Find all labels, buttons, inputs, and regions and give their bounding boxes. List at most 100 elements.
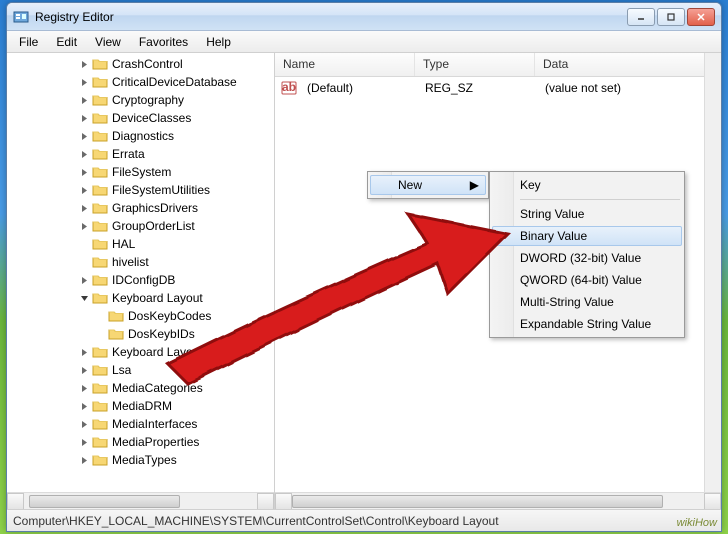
ctx-item[interactable]: DWORD (32-bit) Value: [492, 247, 682, 269]
tree-expander-icon[interactable]: [79, 419, 90, 430]
tree-item[interactable]: GraphicsDrivers: [7, 199, 274, 217]
menu-file[interactable]: File: [11, 33, 46, 51]
tree-label: GraphicsDrivers: [112, 201, 198, 215]
ctx-label: Expandable String Value: [520, 317, 651, 331]
ctx-item[interactable]: Expandable String Value: [492, 313, 682, 335]
close-button[interactable]: [687, 8, 715, 26]
tree-item[interactable]: MediaTypes: [7, 451, 274, 469]
tree-item[interactable]: DeviceClasses: [7, 109, 274, 127]
tree-expander-icon[interactable]: [79, 257, 90, 268]
menu-view[interactable]: View: [87, 33, 129, 51]
cell-name: (Default): [299, 81, 417, 95]
tree-expander-icon[interactable]: [79, 77, 90, 88]
tree-item[interactable]: FileSystem: [7, 163, 274, 181]
col-header-data[interactable]: Data: [535, 53, 721, 76]
context-submenu-new[interactable]: Key String Value Binary Value DWORD (32-bit…: [489, 171, 685, 338]
tree-item[interactable]: GroupOrderList: [7, 217, 274, 235]
tree-item[interactable]: Cryptography: [7, 91, 274, 109]
registry-tree[interactable]: CrashControl CriticalDeviceDatabase Crypto…: [7, 53, 274, 471]
ctx-label: String Value: [520, 207, 584, 221]
tree-item[interactable]: Lsa: [7, 361, 274, 379]
menu-edit[interactable]: Edit: [48, 33, 85, 51]
tree-item[interactable]: FileSystemUtilities: [7, 181, 274, 199]
submenu-arrow-icon: ▶: [470, 178, 479, 192]
tree-item[interactable]: CriticalDeviceDatabase: [7, 73, 274, 91]
ctx-label: Multi-String Value: [520, 295, 614, 309]
tree-expander-icon[interactable]: [79, 365, 90, 376]
col-header-type[interactable]: Type: [415, 53, 535, 76]
tree-item[interactable]: Keyboard Layouts: [7, 343, 274, 361]
tree-item[interactable]: CrashControl: [7, 55, 274, 73]
ctx-item-new[interactable]: New ▶: [370, 175, 486, 195]
tree-expander-icon[interactable]: [79, 131, 90, 142]
tree-label: IDConfigDB: [112, 273, 175, 287]
tree-label: Keyboard Layouts: [112, 345, 209, 359]
tree-label: MediaProperties: [112, 435, 199, 449]
tree-label: GroupOrderList: [112, 219, 195, 233]
tree-label: DeviceClasses: [112, 111, 191, 125]
tree-label: Lsa: [112, 363, 131, 377]
tree-expander-icon[interactable]: [79, 383, 90, 394]
tree-expander-icon[interactable]: [79, 221, 90, 232]
client-area: CrashControl CriticalDeviceDatabase Crypto…: [7, 53, 721, 531]
ctx-item[interactable]: Binary Value: [492, 226, 682, 246]
tree-item[interactable]: MediaCategories: [7, 379, 274, 397]
tree-hscrollbar[interactable]: [7, 492, 274, 509]
list-vscrollbar[interactable]: [704, 53, 721, 492]
tree-label: MediaInterfaces: [112, 417, 197, 431]
col-header-name[interactable]: Name: [275, 53, 415, 76]
tree-item[interactable]: DosKeybIDs: [7, 325, 274, 343]
ctx-item[interactable]: QWORD (64-bit) Value: [492, 269, 682, 291]
tree-expander-icon[interactable]: [95, 311, 106, 322]
context-menu-parent[interactable]: New ▶: [367, 171, 489, 199]
tree-item[interactable]: HAL: [7, 235, 274, 253]
tree-expander-icon[interactable]: [79, 113, 90, 124]
tree-label: HAL: [112, 237, 135, 251]
svg-text:ab: ab: [282, 80, 296, 94]
tree-expander-icon[interactable]: [95, 329, 106, 340]
tree-expander-icon[interactable]: [79, 167, 90, 178]
tree-expander-icon[interactable]: [79, 59, 90, 70]
tree-expander-icon[interactable]: [79, 437, 90, 448]
tree-label: CriticalDeviceDatabase: [112, 75, 237, 89]
list-row[interactable]: ab (Default) REG_SZ (value not set): [275, 79, 721, 97]
menubar: File Edit View Favorites Help: [7, 31, 721, 53]
ctx-item[interactable]: Key: [492, 174, 682, 196]
menu-favorites[interactable]: Favorites: [131, 33, 196, 51]
tree-label: FileSystem: [112, 165, 171, 179]
tree-expander-icon[interactable]: [79, 293, 90, 304]
window-title: Registry Editor: [35, 10, 627, 24]
menu-help[interactable]: Help: [198, 33, 239, 51]
tree-item[interactable]: Keyboard Layout: [7, 289, 274, 307]
tree-expander-icon[interactable]: [79, 95, 90, 106]
tree-item[interactable]: MediaProperties: [7, 433, 274, 451]
tree-expander-icon[interactable]: [79, 203, 90, 214]
ctx-label: DWORD (32-bit) Value: [520, 251, 641, 265]
tree-expander-icon[interactable]: [79, 239, 90, 250]
minimize-button[interactable]: [627, 8, 655, 26]
tree-item[interactable]: MediaDRM: [7, 397, 274, 415]
tree-pane: CrashControl CriticalDeviceDatabase Crypto…: [7, 53, 275, 509]
tree-item[interactable]: Diagnostics: [7, 127, 274, 145]
ctx-item[interactable]: String Value: [492, 203, 682, 225]
tree-expander-icon[interactable]: [79, 149, 90, 160]
tree-item[interactable]: IDConfigDB: [7, 271, 274, 289]
tree-item[interactable]: DosKeybCodes: [7, 307, 274, 325]
ctx-label: QWORD (64-bit) Value: [520, 273, 642, 287]
tree-expander-icon[interactable]: [79, 455, 90, 466]
titlebar[interactable]: Registry Editor: [7, 3, 721, 31]
tree-expander-icon[interactable]: [79, 401, 90, 412]
maximize-button[interactable]: [657, 8, 685, 26]
tree-expander-icon[interactable]: [79, 185, 90, 196]
tree-item[interactable]: hivelist: [7, 253, 274, 271]
watermark: wikiHow: [677, 517, 717, 529]
app-window: Registry Editor File Edit View Favorites…: [6, 2, 722, 532]
tree-item[interactable]: Errata: [7, 145, 274, 163]
tree-expander-icon[interactable]: [79, 275, 90, 286]
tree-expander-icon[interactable]: [79, 347, 90, 358]
list-header[interactable]: Name Type Data: [275, 53, 721, 77]
list-hscrollbar[interactable]: [275, 492, 721, 509]
tree-label: Keyboard Layout: [112, 291, 203, 305]
ctx-item[interactable]: Multi-String Value: [492, 291, 682, 313]
tree-item[interactable]: MediaInterfaces: [7, 415, 274, 433]
